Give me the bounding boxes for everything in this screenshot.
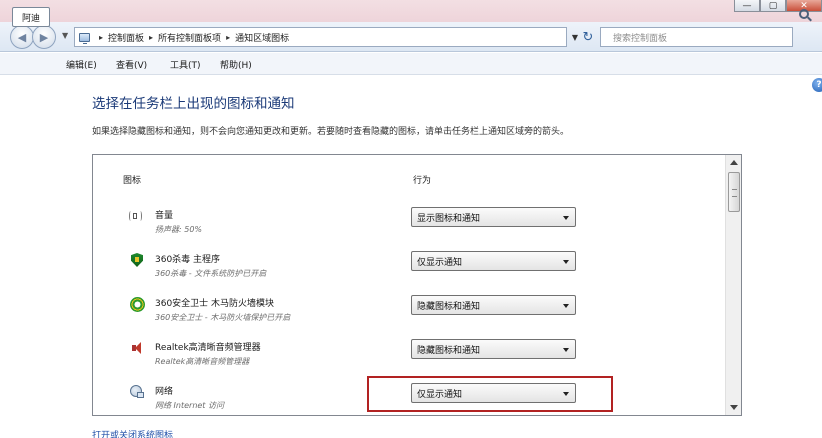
item-subtitle: 360杀毒 - 文件系统防护已开启 bbox=[155, 269, 267, 278]
list-scrollbar[interactable] bbox=[725, 155, 741, 415]
menu-edit[interactable]: 编辑(E) bbox=[66, 58, 97, 71]
item-name: 音量 bbox=[155, 211, 174, 221]
refresh-icon[interactable]: ↻ bbox=[579, 27, 597, 47]
speaker-icon bbox=[129, 208, 145, 224]
list-item: Realtek高清晰音频管理器 Realtek高清晰音频管理器 隐藏图标和通知 bbox=[93, 335, 725, 379]
360-shield-icon bbox=[129, 252, 145, 268]
chevron-down-icon bbox=[563, 260, 569, 264]
column-header-behavior: 行为 bbox=[413, 176, 432, 186]
360-safeguard-icon bbox=[129, 296, 145, 312]
back-button[interactable]: ◀ bbox=[10, 25, 34, 49]
item-subtitle: 网络 Internet 访问 bbox=[155, 401, 224, 410]
highlight-box bbox=[367, 376, 613, 412]
system-icons-link[interactable]: 打开或关闭系统图标 bbox=[92, 430, 173, 438]
page-title: 选择在任务栏上出现的图标和通知 bbox=[92, 96, 295, 112]
behavior-value: 隐藏图标和通知 bbox=[417, 301, 481, 312]
breadcrumb-separator-icon[interactable]: ▸ bbox=[149, 33, 153, 42]
scroll-down-icon[interactable] bbox=[730, 405, 738, 410]
behavior-value: 仅显示通知 bbox=[417, 257, 463, 268]
breadcrumb-control-panel[interactable]: 控制面板 bbox=[108, 31, 144, 44]
menu-view[interactable]: 查看(V) bbox=[116, 58, 147, 71]
control-panel-icon bbox=[79, 32, 90, 44]
scroll-up-icon[interactable] bbox=[730, 160, 738, 165]
forward-button[interactable]: ▶ bbox=[32, 25, 56, 49]
behavior-dropdown[interactable]: 隐藏图标和通知 bbox=[411, 339, 576, 359]
realtek-audio-icon bbox=[129, 340, 145, 356]
breadcrumb-separator-icon[interactable]: ▸ bbox=[99, 33, 103, 42]
search-input[interactable]: 搜索控制面板 bbox=[600, 27, 793, 47]
navigation-bar: ◀ ▶ ▼ ▸ 控制面板 ▸ 所有控制面板项 ▸ 通知区域图标 ▼ ↻ 搜索控制… bbox=[0, 22, 822, 52]
search-icon[interactable] bbox=[799, 9, 809, 19]
list-item: 360安全卫士 木马防火墙模块 360安全卫士 - 木马防火墙保护已开启 隐藏图… bbox=[93, 291, 725, 335]
column-header-icon: 图标 bbox=[123, 176, 142, 186]
address-bar[interactable]: ▸ 控制面板 ▸ 所有控制面板项 ▸ 通知区域图标 bbox=[74, 27, 567, 47]
list-item: 音量 扬声器: 50% 显示图标和通知 bbox=[93, 203, 725, 247]
minimize-button[interactable]: — bbox=[734, 0, 760, 12]
menu-bar: 编辑(E) 查看(V) 工具(T) 帮助(H) bbox=[0, 53, 822, 75]
help-icon[interactable]: ? bbox=[812, 78, 822, 92]
history-dropdown-icon[interactable]: ▼ bbox=[62, 31, 68, 40]
behavior-dropdown[interactable]: 显示图标和通知 bbox=[411, 207, 576, 227]
chevron-down-icon bbox=[563, 304, 569, 308]
window-controls: — ▢ ✕ bbox=[734, 0, 822, 12]
item-subtitle: 360安全卫士 - 木马防火墙保护已开启 bbox=[155, 313, 291, 322]
item-name: 360安全卫士 木马防火墙模块 bbox=[155, 299, 275, 309]
arrow-right-icon: ▶ bbox=[39, 30, 49, 44]
chevron-down-icon bbox=[563, 348, 569, 352]
menu-tools[interactable]: 工具(T) bbox=[170, 58, 201, 71]
item-subtitle: Realtek高清晰音频管理器 bbox=[155, 357, 250, 366]
breadcrumb-notification-icons[interactable]: 通知区域图标 bbox=[235, 31, 289, 44]
arrow-left-icon: ◀ bbox=[17, 30, 27, 44]
behavior-value: 隐藏图标和通知 bbox=[417, 345, 481, 356]
network-icon bbox=[129, 384, 145, 400]
maximize-button[interactable]: ▢ bbox=[760, 0, 786, 12]
menu-active-tab[interactable]: 阿迪 bbox=[12, 7, 50, 27]
behavior-value: 显示图标和通知 bbox=[417, 213, 481, 224]
behavior-dropdown[interactable]: 仅显示通知 bbox=[411, 251, 576, 271]
item-name: Realtek高清晰音频管理器 bbox=[155, 343, 261, 353]
item-subtitle: 扬声器: 50% bbox=[155, 225, 203, 234]
page-description: 如果选择隐藏图标和通知，则不会向您通知更改和更新。若要随时查看隐藏的图标，请单击… bbox=[92, 127, 570, 137]
item-name: 网络 bbox=[155, 387, 174, 397]
list-item: 360杀毒 主程序 360杀毒 - 文件系统防护已开启 仅显示通知 bbox=[93, 247, 725, 291]
breadcrumb-separator-icon[interactable]: ▸ bbox=[226, 33, 230, 42]
breadcrumb-all-items[interactable]: 所有控制面板项 bbox=[158, 31, 221, 44]
window-title-bar: — ▢ ✕ bbox=[0, 0, 822, 22]
scroll-thumb[interactable] bbox=[728, 172, 740, 212]
behavior-dropdown[interactable]: 隐藏图标和通知 bbox=[411, 295, 576, 315]
menu-help[interactable]: 帮助(H) bbox=[220, 58, 252, 71]
item-name: 360杀毒 主程序 bbox=[155, 255, 221, 265]
chevron-down-icon bbox=[563, 216, 569, 220]
